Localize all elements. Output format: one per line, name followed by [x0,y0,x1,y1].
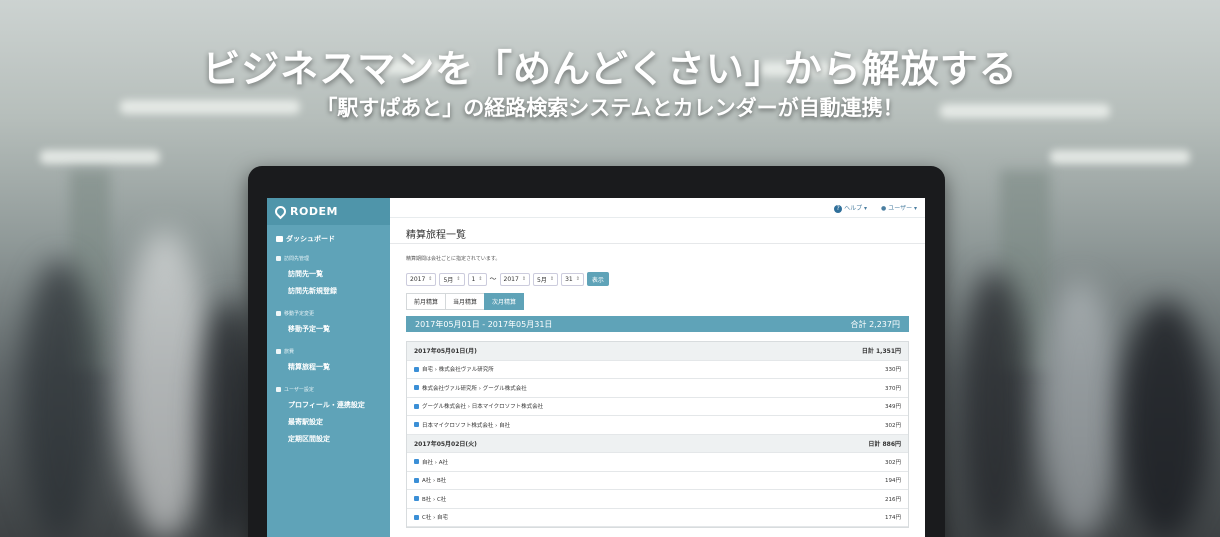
sidebar-item-visit-list[interactable]: 訪問先一覧 [267,265,390,282]
list-item[interactable]: 自社 › A社 302円 [407,453,908,472]
date-filter: 2017 ⇕ 5月 ⇕ 1 ⇕ 〜 2017 ⇕ 5月 ⇕ 31 ⇕ 表示 [406,272,609,286]
day-header: 2017年05月02日(火) 日計 886円 [407,434,908,453]
list-item[interactable]: C社 › 自宅 174円 [407,508,908,527]
home-icon [276,235,283,242]
main-panel: ? ヘルプ ▾ ● ユーザー ▾ 精算旅程一覧 精算期間は会社ごとに指定されていま… [390,198,925,537]
checkbox-icon[interactable] [414,385,419,391]
checkbox-icon[interactable] [414,366,419,372]
list-item[interactable]: グーグル株式会社 › 日本マイクロソフト株式会社 349円 [407,397,908,416]
sidebar-item-profile[interactable]: プロフィール・連携設定 [267,396,390,413]
app-screen: RODEM ダッシュボード 訪問先管理 訪問先一覧 訪問先新規登録 移動予定変更… [267,198,925,537]
content-area: 精算期間は会社ごとに指定されています。 2017 ⇕ 5月 ⇕ 1 ⇕ 〜 2017 ⇕… [390,244,925,537]
tab-next-month[interactable]: 次月精算 [484,293,525,310]
logo-text: RODEM [290,205,338,218]
sidebar-item-expense-list[interactable]: 精算旅程一覧 [267,358,390,375]
user-icon: ● [881,205,887,212]
route-icon [276,348,281,354]
list-item[interactable]: 日本マイクロソフト株式会社 › 自社 302円 [407,416,908,435]
checkbox-icon[interactable] [414,477,419,483]
show-button[interactable]: 表示 [586,272,609,286]
period-range: 2017年05月01日 - 2017年05月31日 [415,319,553,329]
sidebar-section-moves: 移動予定変更 [267,306,390,320]
building-icon [276,255,281,261]
period-total: 合計 2,237円 [850,319,900,329]
chevron-down-icon: ⇕ [428,276,433,282]
help-icon: ? [834,204,843,213]
from-year-select[interactable]: 2017 ⇕ [406,272,437,286]
to-year-select[interactable]: 2017 ⇕ [499,272,531,286]
hero-headline: ビジネスマンを「めんどくさい」から解放する [202,47,1018,91]
to-day-select[interactable]: 31 ⇕ [561,272,584,286]
sidebar: RODEM ダッシュボード 訪問先管理 訪問先一覧 訪問先新規登録 移動予定変更… [267,198,390,537]
list-item[interactable]: A社 › B社 194円 [407,471,908,490]
sidebar-item-nearest-station[interactable]: 最寄駅設定 [267,413,390,430]
expense-list: 2017年05月01日(月) 日計 1,351円 自宅 › 株式会社ヴァル研究所 3… [406,341,909,528]
sidebar-item-dashboard[interactable]: ダッシュボード [267,230,390,247]
chevron-down-icon: ⇕ [521,276,527,282]
sidebar-item-move-list[interactable]: 移動予定一覧 [267,320,390,337]
day-header: 2017年05月01日(月) 日計 1,351円 [407,342,908,361]
page-title: 精算旅程一覧 [390,218,925,244]
from-month-select[interactable]: 5月 ⇕ [439,272,465,286]
sidebar-section-visits: 訪問先管理 [267,251,390,265]
tab-current-month[interactable]: 当月精算 [445,293,486,310]
chevron-down-icon: ⇕ [478,276,483,282]
list-item[interactable]: 株式会社ヴァル研究所 › グーグル株式会社 370円 [407,379,908,398]
chevron-down-icon: ⇕ [456,276,461,282]
sidebar-item-visit-new[interactable]: 訪問先新規登録 [267,282,390,299]
chevron-down-icon: ⇕ [549,276,555,282]
checkbox-icon[interactable] [414,496,419,502]
help-menu[interactable]: ? ヘルプ ▾ [834,203,867,213]
to-month-select[interactable]: 5月 ⇕ [533,272,559,286]
location-pin-icon [272,203,289,220]
from-day-select[interactable]: 1 ⇕ [467,272,487,286]
period-note: 精算期間は会社ごとに指定されています。 [406,256,501,262]
hero-subline: 「駅すぱあと」の経路検索システムとカレンダーが自動連携！ [316,96,904,120]
user-menu[interactable]: ● ユーザー ▾ [881,203,917,212]
sidebar-item-commuter-pass[interactable]: 定期区間設定 [267,430,390,447]
list-item[interactable]: B社 › C社 216円 [407,490,908,509]
checkbox-icon[interactable] [414,514,419,520]
checkbox-icon[interactable] [414,422,419,428]
list-item[interactable]: 自宅 › 株式会社ヴァル研究所 330円 [407,360,908,379]
range-separator: 〜 [489,275,497,283]
topbar: ? ヘルプ ▾ ● ユーザー ▾ [390,198,925,218]
person-walk-icon [276,310,281,316]
checkbox-icon[interactable] [414,459,419,465]
sidebar-section-user: ユーザー設定 [267,382,390,396]
period-header: 2017年05月01日 - 2017年05月31日 合計 2,237円 [406,316,909,332]
user-icon [276,386,281,392]
tab-previous-month[interactable]: 前月精算 [406,293,447,310]
chevron-down-icon: ⇕ [575,276,580,282]
sidebar-section-travel: 旅費 [267,344,390,358]
app-logo[interactable]: RODEM [267,198,390,225]
checkbox-icon[interactable] [414,403,419,409]
period-tabs: 前月精算 当月精算 次月精算 [406,293,525,310]
